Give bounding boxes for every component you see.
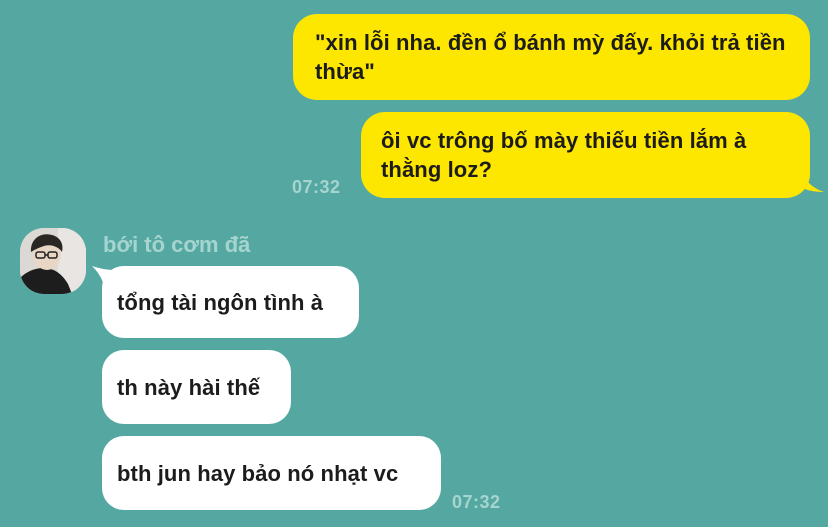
- message-timestamp: 07:32: [452, 492, 501, 512]
- message-text: ôi vc trông bố mày thiếu tiền lắm à thằn…: [381, 128, 747, 182]
- incoming-message-bubble[interactable]: tổng tài ngôn tình à: [102, 266, 359, 338]
- sender-name: bới tô cơm đã: [103, 232, 251, 257]
- message-timestamp: 07:32: [292, 177, 341, 197]
- bubble-tail: [800, 168, 824, 192]
- outgoing-message-bubble[interactable]: "xin lỗi nha. đền ổ bánh mỳ đấy. khỏi tr…: [293, 14, 810, 100]
- message-text: "xin lỗi nha. đền ổ bánh mỳ đấy. khỏi tr…: [315, 30, 786, 84]
- avatar-image: [20, 228, 86, 294]
- incoming-message-bubble[interactable]: bth jun hay bảo nó nhạt vc: [102, 436, 441, 510]
- sender-avatar[interactable]: [20, 228, 86, 294]
- incoming-message-bubble[interactable]: th này hài thế: [102, 350, 291, 424]
- message-text: bth jun hay bảo nó nhạt vc: [117, 461, 399, 486]
- message-text: tổng tài ngôn tình à: [117, 290, 324, 315]
- message-text: th này hài thế: [117, 375, 261, 400]
- outgoing-message-bubble[interactable]: ôi vc trông bố mày thiếu tiền lắm à thằn…: [361, 112, 810, 198]
